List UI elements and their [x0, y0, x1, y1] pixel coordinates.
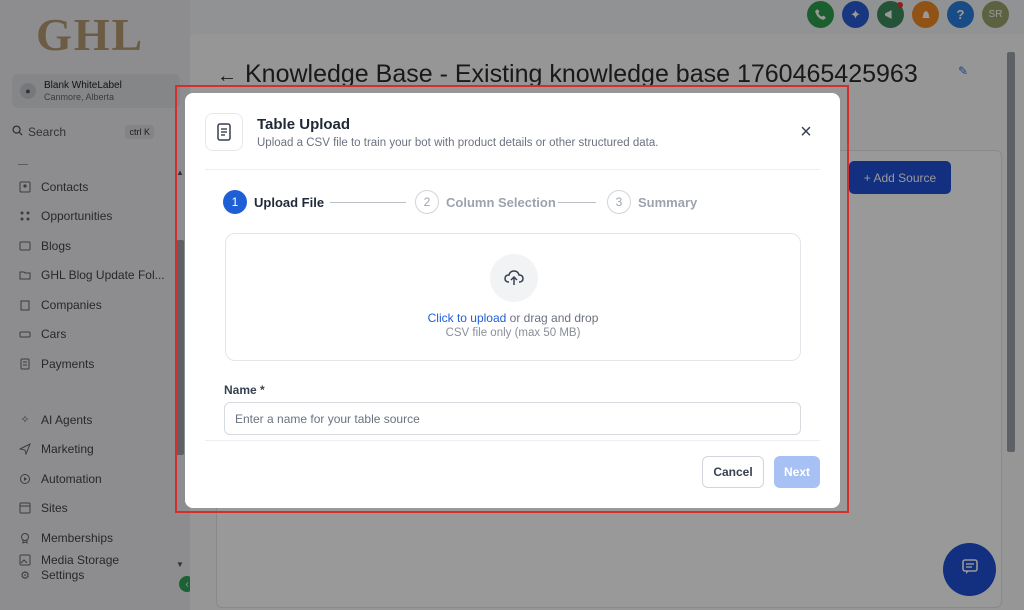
- file-type-hint: CSV file only (max 50 MB): [445, 327, 581, 339]
- step-summary: 3 Summary: [607, 190, 697, 214]
- dropzone-instructions: Click to upload or drag and drop: [226, 311, 800, 325]
- cancel-button[interactable]: Cancel: [702, 456, 764, 488]
- step-number: 2: [415, 190, 439, 214]
- step-number: 1: [223, 190, 247, 214]
- table-name-input[interactable]: [224, 402, 801, 435]
- file-dropzone[interactable]: Click to upload or drag and drop CSV fil…: [225, 233, 801, 361]
- document-icon: [205, 113, 243, 151]
- step-upload-file: 1 Upload File: [223, 190, 324, 214]
- step-indicator: 1 Upload File 2 Column Selection 3 Summa…: [223, 190, 743, 214]
- step-label: Summary: [638, 194, 698, 210]
- close-icon[interactable]: ×: [796, 122, 816, 142]
- footer-divider: [205, 440, 820, 441]
- step-connector: [558, 202, 596, 203]
- header-divider: [205, 169, 820, 170]
- name-label: Name *: [224, 383, 265, 397]
- step-connector: [330, 202, 406, 203]
- modal-subtitle: Upload a CSV file to train your bot with…: [257, 137, 659, 149]
- next-button[interactable]: Next: [774, 456, 820, 488]
- step-label: Column Selection: [446, 194, 556, 210]
- table-upload-modal: Table Upload Upload a CSV file to train …: [185, 93, 840, 508]
- cloud-upload-icon: [490, 254, 538, 302]
- step-number: 3: [607, 190, 631, 214]
- drag-drop-text: or drag and drop: [506, 311, 599, 325]
- step-column-selection: 2 Column Selection: [415, 190, 556, 214]
- modal-title: Table Upload: [257, 116, 351, 133]
- step-label: Upload File: [254, 194, 325, 210]
- click-to-upload-link[interactable]: Click to upload: [428, 311, 507, 325]
